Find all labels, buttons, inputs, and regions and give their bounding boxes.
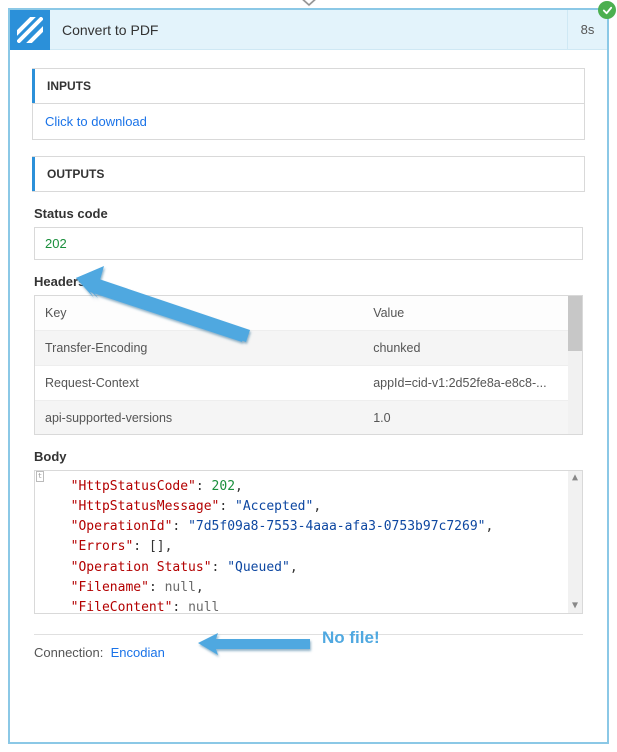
headers-table: Key Value Transfer-Encoding chunked Requ… [34,295,583,435]
headers-label: Headers [34,274,583,289]
download-inputs-link[interactable]: Click to download [45,114,147,129]
json-collapse-icon[interactable]: t [36,471,44,482]
card-titlebar[interactable]: Convert to PDF 8s [10,10,607,50]
outputs-heading: OUTPUTS [32,157,584,191]
connection-footer: Connection: Encodian [34,634,583,660]
status-code-label: Status code [34,206,583,221]
table-row: Request-Context appId=cid-v1:2d52fe8a-e8… [35,366,582,401]
body-scrollbar[interactable]: ▲▼ [568,471,582,613]
action-card: Convert to PDF 8s INPUTS Click to downlo… [8,8,609,744]
connection-link[interactable]: Encodian [111,645,165,660]
header-value: appId=cid-v1:2d52fe8a-e8c8-... [363,366,582,401]
header-key: Request-Context [35,366,363,401]
table-row: api-supported-versions 1.0 [35,401,582,436]
inputs-body: Click to download [32,104,585,140]
header-key: api-supported-versions [35,401,363,436]
flow-connector-chevron [297,0,321,11]
body-label: Body [34,449,583,464]
headers-col-value: Value [363,296,582,331]
headers-col-key: Key [35,296,363,331]
outputs-section: OUTPUTS [32,156,585,192]
body-json-viewer[interactable]: t "HttpStatusCode": 202, "HttpStatusMess… [34,470,583,614]
card-title: Convert to PDF [50,22,567,38]
status-success-icon [598,1,616,19]
header-key: Transfer-Encoding [35,331,363,366]
connection-label: Connection: [34,645,103,660]
headers-scrollbar[interactable] [568,296,582,434]
inputs-section: INPUTS [32,68,585,104]
scroll-down-icon[interactable]: ▼ [568,599,582,613]
header-value: chunked [363,331,582,366]
table-row: Transfer-Encoding chunked [35,331,582,366]
connector-logo-icon [10,10,50,50]
header-value: 1.0 [363,401,582,436]
status-code-value: 202 [34,227,583,260]
inputs-heading: INPUTS [32,69,584,103]
scroll-up-icon[interactable]: ▲ [568,471,582,485]
